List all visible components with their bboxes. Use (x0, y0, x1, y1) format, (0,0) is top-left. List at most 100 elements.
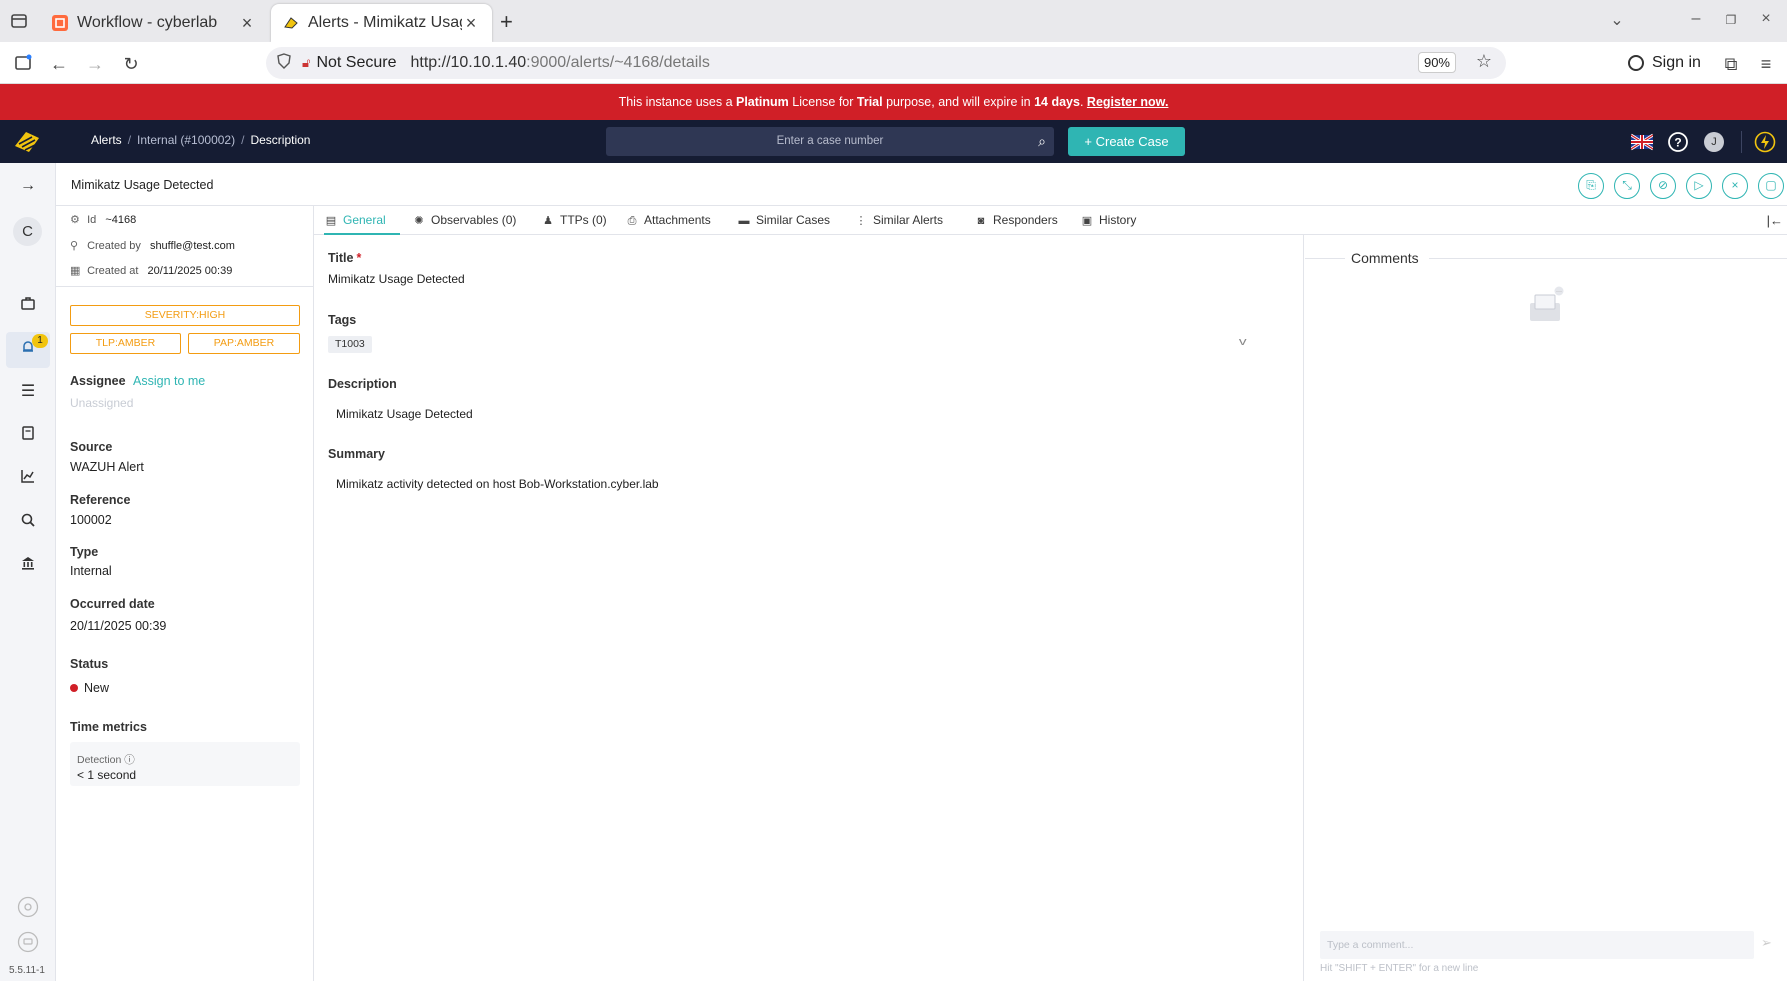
type-value: Internal (70, 564, 112, 578)
browser-address-bar: ← → ↻ 🔓︎ Not Secure http://10.10.1.40:900… (0, 42, 1787, 84)
tab-list-icon[interactable] (8, 10, 30, 32)
tab-label: Responders (993, 213, 1058, 227)
title-value[interactable]: Mimikatz Usage Detected (328, 272, 465, 286)
gear-icon: ⚙ (70, 214, 80, 226)
restore-icon[interactable]: ❐ (1720, 13, 1742, 27)
send-icon[interactable]: ➢ (1761, 935, 1772, 951)
briefcase-icon[interactable] (17, 295, 39, 317)
tab-similar-cases[interactable]: ▬ Similar Cases (737, 206, 831, 235)
close-window-icon[interactable]: × (1755, 10, 1777, 28)
search-icon[interactable] (17, 512, 39, 534)
zoom-level[interactable]: 90% (1417, 52, 1456, 73)
summary-value[interactable]: Mimikatz activity detected on host Bob-W… (336, 477, 659, 491)
chat-icon[interactable] (17, 931, 39, 953)
url-text: http://10.10.1.40:9000/alerts/~4168/deta… (410, 54, 709, 72)
extensions-icon[interactable]: ⧉ (1720, 53, 1742, 75)
menu-icon[interactable]: ≡ (1755, 53, 1777, 75)
collapse-panel-icon[interactable]: |← (1767, 213, 1783, 228)
status-value[interactable]: New (70, 681, 109, 695)
source-value: WAZUH Alert (70, 460, 144, 474)
run-responder-icon[interactable]: ▷ (1686, 173, 1712, 199)
forward-icon[interactable]: → (84, 53, 106, 75)
sign-in-label: Sign in (1652, 54, 1701, 71)
organisation-building-icon[interactable] (17, 555, 39, 577)
browser-tab-workflow[interactable]: Workflow - cyberlab × (40, 4, 268, 42)
user-avatar[interactable]: J (1704, 132, 1724, 152)
sign-in-button[interactable]: Sign in (1628, 50, 1701, 76)
lightning-icon[interactable] (1754, 131, 1776, 153)
dashboard-chart-icon[interactable] (17, 468, 39, 490)
attachment-icon: ⎙ (627, 215, 637, 227)
tab-overflow-chevron-icon[interactable]: ⌄ (1606, 10, 1628, 30)
tab-observables[interactable]: ✺ Observables (0) (412, 206, 516, 235)
alert-title-bar: Mimikatz Usage Detected ⎘ ⤡ ⊘ ▷ × ▢ (56, 163, 1787, 206)
shield-icon[interactable] (276, 52, 294, 74)
merge-icon[interactable]: ⤡ (1614, 173, 1640, 199)
register-now-link[interactable]: Register now. (1087, 95, 1169, 109)
expand-sidebar-icon[interactable]: → (17, 175, 39, 197)
browser-tab-alerts[interactable]: Alerts - Mimikatz Usage D × (271, 4, 492, 42)
new-tab-icon[interactable]: + (500, 9, 513, 35)
tab-responders[interactable]: ◙ Responders (974, 206, 1058, 235)
tab-general[interactable]: ▤ General (324, 206, 400, 235)
back-icon[interactable]: ← (48, 53, 70, 75)
app-top-nav: Alerts / Internal (#100002) / Description En… (0, 120, 1787, 163)
security-indicator[interactable]: 🔓︎ Not Secure (302, 54, 396, 72)
meta-created-by: ⚲ Created by shuffle@test.com (70, 239, 235, 252)
tag-chip[interactable]: T1003 (328, 336, 372, 353)
tab-similar-alerts[interactable]: ⋮ Similar Alerts (854, 206, 944, 235)
meta-created-at: ▦ Created at 20/11/2025 00:39 (70, 264, 232, 277)
source-label: Source (70, 440, 113, 454)
case-number-search[interactable]: Enter a case number ⌕ (606, 127, 1054, 156)
assignee-value: Unassigned (70, 396, 134, 410)
help-icon[interactable]: ? (1667, 131, 1689, 153)
status-label: Status (70, 657, 109, 671)
export-icon[interactable]: ⎘ (1578, 173, 1604, 199)
browser-tab-bar: Workflow - cyberlab × Alerts - Mimikatz … (0, 0, 1787, 42)
nav-divider (1741, 131, 1742, 153)
search-icon[interactable]: ⌕ (1038, 127, 1046, 156)
occurred-date-label: Occurred date (70, 597, 155, 611)
settings-gear-icon[interactable] (17, 896, 39, 918)
breadcrumb-current: Description (250, 133, 311, 147)
banner-text: . (1079, 95, 1087, 109)
tab-history[interactable]: ▣ History (1080, 206, 1137, 235)
id-value: ~4168 (105, 214, 137, 226)
tlp-tag[interactable]: TLP:AMBER (70, 333, 181, 354)
close-tab-icon[interactable]: × (462, 13, 480, 34)
banner-license: Platinum (736, 95, 789, 109)
severity-tag[interactable]: SEVERITY:HIGH (70, 305, 300, 326)
time-metrics-label: Time metrics (70, 720, 147, 734)
breadcrumb-alerts[interactable]: Alerts (91, 133, 122, 147)
sidebar-toggle-icon[interactable] (12, 53, 34, 75)
thehive-logo-icon[interactable] (12, 128, 42, 156)
minimize-icon[interactable]: – (1685, 10, 1707, 28)
ignore-eye-slash-icon[interactable]: ⊘ (1650, 173, 1676, 199)
divider (1305, 258, 1345, 259)
pap-tag[interactable]: PAP:AMBER (188, 333, 300, 354)
observables-icon: ✺ (414, 215, 424, 227)
chevron-down-icon[interactable]: v (1239, 336, 1247, 348)
info-icon[interactable]: ⓘ (124, 754, 135, 766)
comment-input[interactable]: Type a comment... (1320, 931, 1754, 959)
description-label: Description (328, 377, 397, 391)
close-tab-icon[interactable]: × (238, 13, 256, 34)
uk-flag-icon[interactable] (1631, 131, 1653, 153)
close-alert-icon[interactable]: × (1722, 173, 1748, 199)
breadcrumb-internal[interactable]: Internal (#100002) (137, 133, 235, 147)
organisation-avatar[interactable]: C (13, 217, 42, 246)
url-host: http://10.10.1.40 (410, 54, 527, 71)
thehive-favicon-icon (284, 17, 298, 29)
tab-attachments[interactable]: ⎙ Attachments (625, 206, 711, 235)
tasks-list-icon[interactable]: ☰ (17, 381, 39, 403)
assign-to-me-link[interactable]: Assign to me (133, 374, 205, 388)
create-case-button[interactable]: + Create Case (1068, 127, 1185, 156)
tab-ttps[interactable]: ♟ TTPs (0) (541, 206, 607, 235)
url-field[interactable]: 🔓︎ Not Secure http://10.10.1.40:9000/aler… (266, 47, 1506, 79)
knowledge-base-icon[interactable] (17, 425, 39, 447)
bookmark-star-icon[interactable]: ☆ (1476, 51, 1492, 72)
delete-trash-icon[interactable]: ▢ (1758, 173, 1784, 199)
description-value[interactable]: Mimikatz Usage Detected (336, 407, 473, 421)
reload-icon[interactable]: ↻ (120, 53, 142, 75)
detection-label: Detection ⓘ (77, 752, 135, 767)
